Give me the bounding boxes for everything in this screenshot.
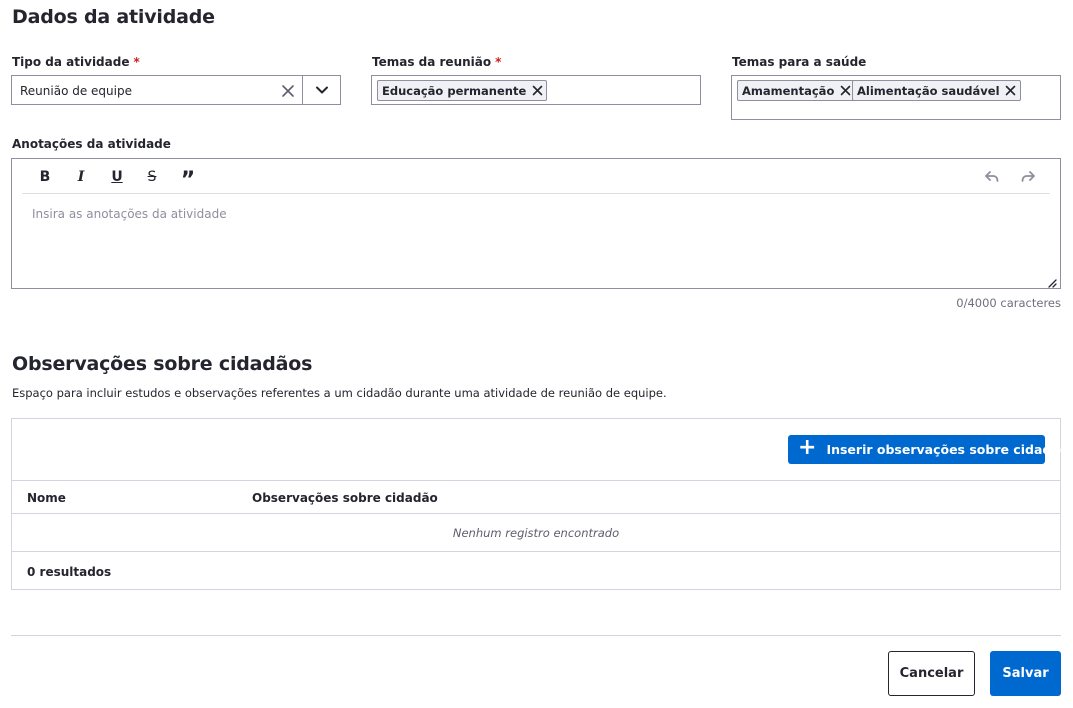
health-themes-label: Temas para a saúde xyxy=(732,55,867,69)
notes-textarea[interactable]: Insira as anotações da atividade xyxy=(22,195,1050,282)
chevron-down-icon[interactable] xyxy=(302,76,340,104)
strikethrough-icon[interactable]: S xyxy=(142,167,162,187)
chip-label: Alimentação saudável xyxy=(857,83,1000,98)
meeting-themes-select[interactable]: Educação permanente xyxy=(371,75,701,105)
remove-chip-icon[interactable] xyxy=(528,82,546,100)
cancel-button[interactable]: Cancelar xyxy=(888,651,975,696)
save-button[interactable]: Salvar xyxy=(990,651,1061,696)
required-asterisk: * xyxy=(495,55,502,69)
clear-icon[interactable] xyxy=(278,81,298,101)
undo-icon[interactable] xyxy=(982,167,1002,187)
resize-handle-icon[interactable] xyxy=(1045,273,1057,288)
section-title-observations: Observações sobre cidadãos xyxy=(12,353,313,375)
required-asterisk: * xyxy=(133,55,140,69)
bold-icon[interactable]: B xyxy=(35,167,55,187)
meeting-theme-chip: Educação permanente xyxy=(377,80,548,101)
remove-chip-icon[interactable] xyxy=(1002,82,1020,100)
meeting-themes-label-text: Temas da reunião xyxy=(372,55,492,69)
rich-text-editor: B I U S ” Insira as anotações da ativida… xyxy=(11,158,1061,289)
plus-icon: + xyxy=(798,435,817,460)
column-header-name[interactable]: Nome xyxy=(27,491,66,505)
editor-toolbar: B I U S ” xyxy=(22,159,1050,194)
observations-description: Espaço para incluir estudos e observaçõe… xyxy=(12,386,667,400)
activity-type-label: Tipo da atividade * xyxy=(12,55,140,69)
column-header-observations[interactable]: Observações sobre cidadão xyxy=(252,491,438,505)
chip-label: Amamentação xyxy=(742,83,835,98)
notes-char-counter: 0/4000 caracteres xyxy=(956,296,1061,310)
quote-icon[interactable]: ” xyxy=(178,167,198,192)
health-themes-select[interactable]: Amamentação Alimentação saudável xyxy=(731,75,1061,120)
insert-observation-button[interactable]: + Inserir observações sobre cidadão xyxy=(788,435,1068,464)
redo-icon[interactable] xyxy=(1018,167,1038,187)
health-theme-chip: Alimentação saudável xyxy=(852,80,1021,101)
underline-icon[interactable]: U xyxy=(107,167,127,187)
insert-observation-label: Inserir observações sobre cidadão xyxy=(826,442,1069,457)
chip-label: Educação permanente xyxy=(382,83,527,98)
table-empty-row: Nenhum registro encontrado xyxy=(12,514,1060,552)
health-theme-chip: Amamentação xyxy=(737,80,856,101)
activity-type-value: Reunião de equipe xyxy=(20,84,132,98)
meeting-themes-label: Temas da reunião * xyxy=(372,55,501,69)
italic-icon[interactable]: I xyxy=(71,167,91,187)
results-count: 0 resultados xyxy=(27,565,112,579)
notes-label: Anotações da atividade xyxy=(12,137,171,151)
observations-table: + Inserir observações sobre cidadão Nome… xyxy=(11,418,1068,590)
table-header: Nome Observações sobre cidadão xyxy=(12,480,1060,514)
notes-placeholder: Insira as anotações da atividade xyxy=(32,207,227,221)
empty-state-text: Nenhum registro encontrado xyxy=(452,525,620,540)
activity-type-select[interactable]: Reunião de equipe xyxy=(11,75,341,105)
section-title-activity: Dados da atividade xyxy=(12,6,215,28)
activity-type-label-text: Tipo da atividade xyxy=(12,55,130,69)
footer-divider xyxy=(11,635,1061,636)
